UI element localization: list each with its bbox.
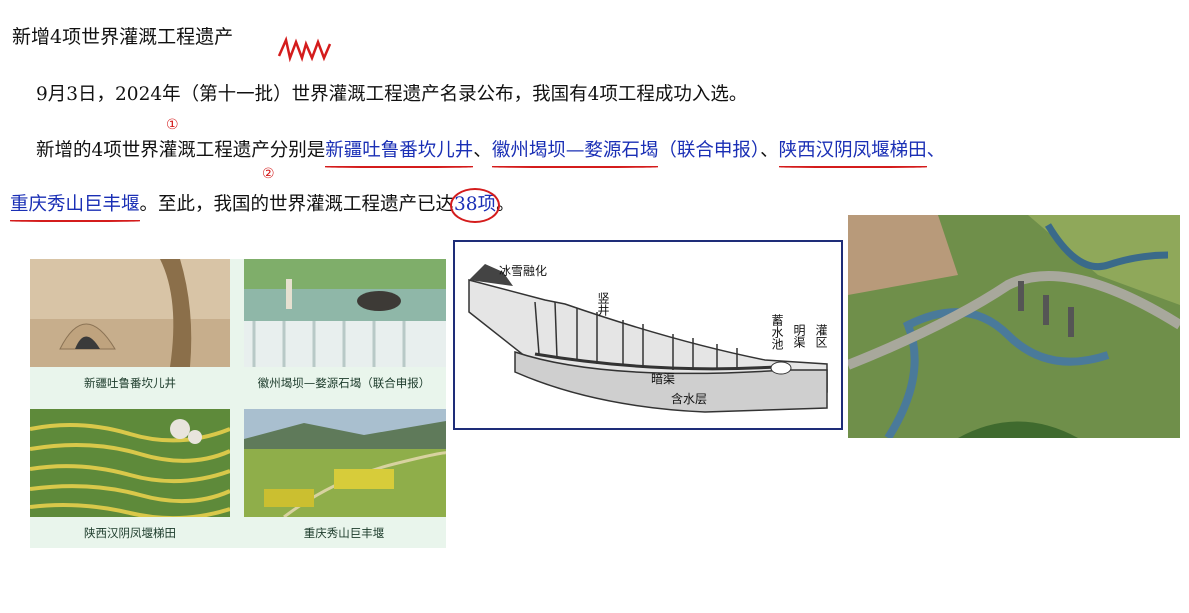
total-text: 。至此，我国的世界灌溉工程遗产已达 — [139, 194, 455, 215]
slide-page: 新增4项世界灌溉工程遗产 9月3日，2024年（第十一批）世界灌溉工程遗产名录公… — [0, 0, 1189, 613]
annotation-mark-1: ① — [166, 117, 179, 133]
paragraph-total: 重庆秀山巨丰堰。至此，我国的世界灌溉工程遗产已达38项。 — [10, 190, 515, 216]
slide-heading: 新增4项世界灌溉工程遗产 — [12, 26, 234, 48]
caption-weir: 徽州堨坝—婺源石堨（联合申报） — [257, 376, 431, 390]
label-reservoir: 蓄水池 — [770, 314, 784, 350]
karez-diagram: 冰雪融化 竖井 蓄水池 明渠 灌区 暗渠 含水层 — [453, 240, 843, 430]
photo-weir — [244, 259, 446, 367]
annotation-mark-2: ② — [262, 166, 275, 182]
caption-jufeng-weir: 重庆秀山巨丰堰 — [303, 526, 385, 540]
paragraph-list: 新增的4项世界灌溉工程遗产分别是新疆吐鲁番坎儿井、徽州堨坝—婺源石堨（联合申报）… — [36, 136, 945, 162]
heritage-item-3: 陕西汉阴凤堰梯田 — [778, 140, 927, 161]
heritage-count: 38项 — [454, 194, 497, 215]
label-open-channel: 明渠 — [792, 324, 806, 348]
heritage-item-1: 新疆吐鲁番坎儿井 — [325, 140, 474, 161]
label-aquifer: 含水层 — [671, 392, 708, 406]
heritage-photo-grid: 新疆吐鲁番坎儿井 徽州堨坝—婺源石堨（联合申报） 陕西汉阴凤堰梯田 重庆秀山巨丰… — [30, 259, 446, 548]
red-scribble-mark — [277, 35, 332, 63]
heritage-item-2: 徽州堨坝—婺源石堨 — [491, 140, 659, 161]
caption-karez: 新疆吐鲁番坎儿井 — [84, 376, 176, 390]
photo-terraces — [30, 409, 230, 517]
label-snowmelt: 冰雪融化 — [499, 264, 548, 278]
label-irrigation-area: 灌区 — [814, 324, 828, 348]
separator: 、 — [473, 140, 492, 161]
heritage-item-4: 重庆秀山巨丰堰 — [10, 194, 140, 215]
joint-note: （联合申报） — [658, 140, 761, 161]
separator: 、 — [926, 140, 946, 161]
caption-terraces: 陕西汉阴凤堰梯田 — [84, 526, 176, 540]
label-underground-channel: 暗渠 — [651, 372, 676, 386]
label-shaft: 竖井 — [596, 292, 610, 316]
paragraph-announcement: 9月3日，2024年（第十一批）世界灌溉工程遗产名录公布，我国有4项工程成功入选… — [36, 84, 748, 105]
photo-jufeng-weir — [244, 409, 446, 517]
separator: 、 — [760, 140, 779, 161]
photo-karez — [30, 259, 230, 367]
photo-aerial-aqueduct — [848, 215, 1180, 438]
list-intro: 新增的4项世界灌溉工程遗产分别是 — [36, 140, 326, 161]
